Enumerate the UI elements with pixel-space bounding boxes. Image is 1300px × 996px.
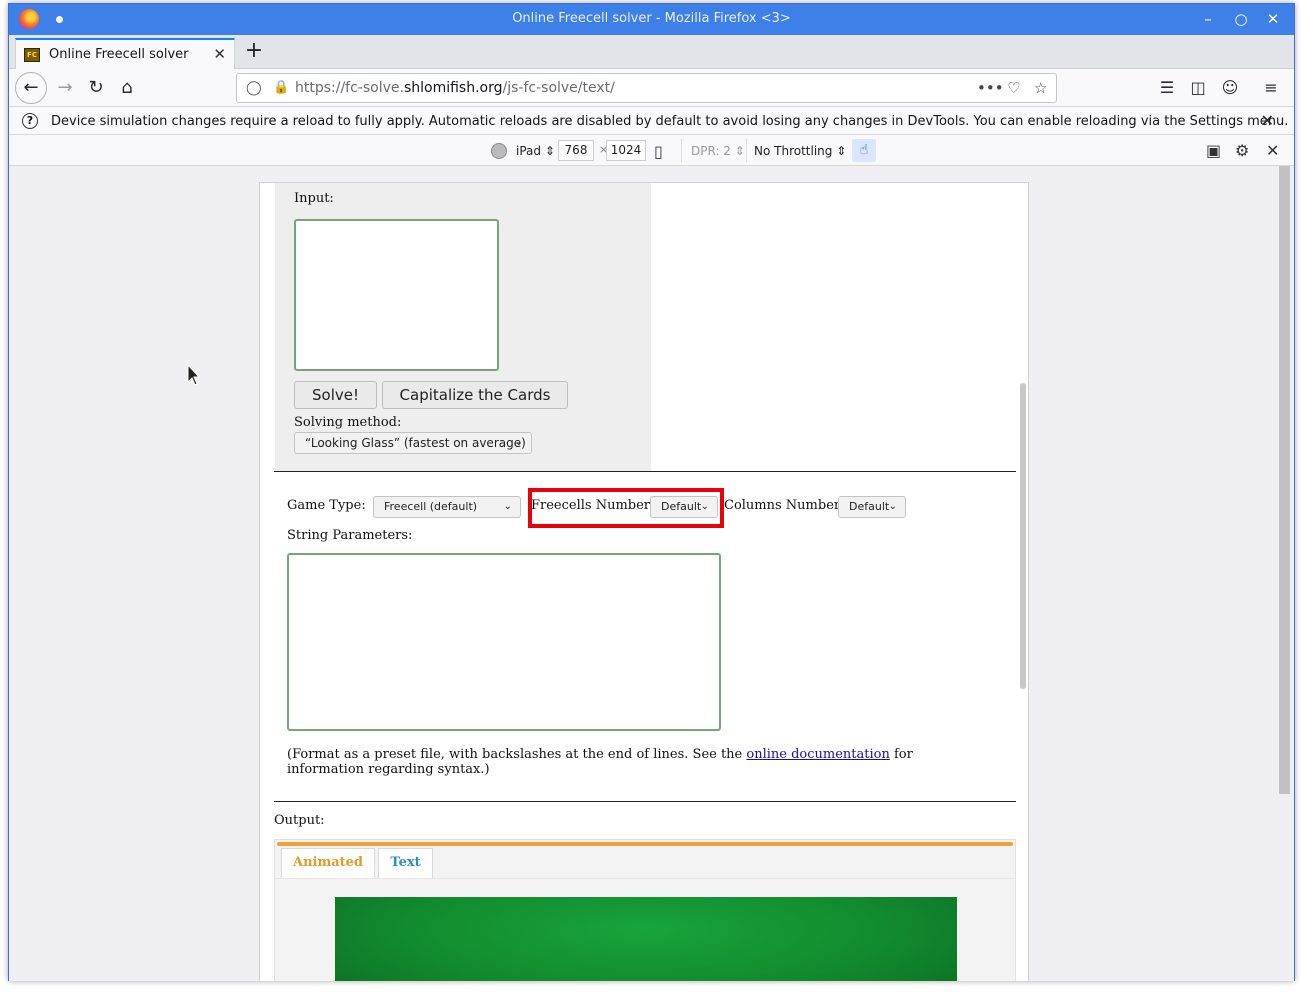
devtools-notification: ? Device simulation changes require a re… <box>9 107 1294 135</box>
throttling-value: No Throttling <box>754 144 833 158</box>
url-domain: shlomifish.org <box>403 80 503 96</box>
back-button[interactable]: ← <box>15 72 47 104</box>
tab-close-icon[interactable]: ✕ <box>213 45 226 63</box>
window-title: Online Freecell solver - Mozilla Firefox… <box>512 11 791 26</box>
sidebar-icon[interactable]: ◫ <box>1187 78 1209 97</box>
page-actions-icon[interactable]: ••• <box>977 79 1004 97</box>
format-help-text: (Format as a preset file, with backslash… <box>287 747 987 777</box>
bookmark-star-icon[interactable]: ☆ <box>1034 79 1047 97</box>
settings-gear-icon[interactable]: ⚙ <box>1235 141 1249 160</box>
highlight-box <box>528 488 724 528</box>
menu-icon[interactable]: ≡ <box>1260 78 1282 97</box>
library-icon[interactable]: ☰ <box>1156 78 1178 97</box>
url-text[interactable]: https://fc-solve.shlomifish.org/js-fc-so… <box>295 80 615 96</box>
responsive-design-toolbar: iPad ⇕ 768 × 1024 ▯ DPR: 2 ⇕ No Throttli… <box>9 135 1294 166</box>
content-scrollbar[interactable] <box>1277 166 1293 981</box>
input-label: Input: <box>294 191 334 206</box>
output-panel: Animated Text <box>274 839 1016 981</box>
dpr-select[interactable]: DPR: 2 ⇕ <box>691 144 745 158</box>
game-type-value: Freecell (default) <box>384 500 478 513</box>
help-text-before: (Format as a preset file, with backslash… <box>287 747 747 762</box>
device-icon <box>491 143 507 159</box>
chevron-down-icon: ⌄ <box>888 501 897 512</box>
columns-number-select[interactable]: Default ⌄ <box>838 496 906 518</box>
lock-icon[interactable]: 🔒 <box>273 80 289 95</box>
reload-button[interactable]: ↻ <box>82 74 110 102</box>
home-button[interactable]: ⌂ <box>113 74 141 102</box>
notification-message: Device simulation changes require a relo… <box>51 114 1289 129</box>
width-input[interactable]: 768 <box>558 140 594 161</box>
output-label: Output: <box>274 813 325 828</box>
height-input[interactable]: 1024 <box>606 140 646 161</box>
close-window-button[interactable]: ✕ <box>1262 9 1284 29</box>
chevron-down-icon: ⌄ <box>503 501 512 512</box>
tab-bar-line <box>275 878 1015 879</box>
tracking-shield-icon[interactable]: ◯ <box>246 80 262 96</box>
tab-text[interactable]: Text <box>378 848 433 878</box>
device-select[interactable]: iPad ⇕ <box>516 144 555 158</box>
game-type-label: Game Type: <box>287 498 366 513</box>
url-bar[interactable]: ◯ 🔒 https://fc-solve.shlomifish.org/js-f… <box>236 73 1057 103</box>
input-textarea[interactable] <box>294 219 499 371</box>
viewport-scrollbar[interactable] <box>1020 383 1026 689</box>
close-notification-icon[interactable]: ✕ <box>1261 111 1274 130</box>
forward-button[interactable]: → <box>51 74 79 102</box>
solving-method-value: “Looking Glass” (fastest on average) <box>305 436 526 450</box>
browser-window: Online Freecell solver - Mozilla Firefox… <box>8 3 1295 981</box>
screenshot-icon[interactable]: ▣ <box>1206 141 1221 160</box>
maximize-button[interactable]: ○ <box>1230 9 1252 29</box>
string-parameters-textarea[interactable] <box>287 553 721 731</box>
new-tab-button[interactable]: + <box>241 39 267 65</box>
account-icon[interactable]: ☺ <box>1219 78 1241 97</box>
rotate-device-icon[interactable]: ▯ <box>654 142 663 161</box>
content-area: Input: Solve! Capitalize the Cards Solvi… <box>9 166 1294 981</box>
string-parameters-label: String Parameters: <box>287 528 413 543</box>
device-viewport: Input: Solve! Capitalize the Cards Solvi… <box>259 182 1029 981</box>
navigation-bar: ← → ↻ ⌂ ◯ 🔒 https://fc-solve.shlomifish.… <box>9 69 1294 107</box>
columns-number-label: Columns Number: <box>724 498 845 513</box>
close-rdm-icon[interactable]: ✕ <box>1266 141 1279 160</box>
dpr-value: DPR: 2 <box>691 144 731 158</box>
game-board <box>335 897 957 981</box>
device-name: iPad <box>516 144 542 158</box>
solving-method-label: Solving method: <box>294 415 402 430</box>
online-documentation-link[interactable]: online documentation <box>746 747 889 762</box>
mouse-cursor-icon <box>187 364 201 386</box>
section-divider <box>274 801 1016 802</box>
output-accent-bar <box>277 842 1013 846</box>
touch-simulation-icon[interactable]: ☝ <box>852 139 876 162</box>
capitalize-cards-button[interactable]: Capitalize the Cards <box>382 381 568 409</box>
throttling-select[interactable]: No Throttling ⇕ <box>754 144 846 158</box>
tab-online-freecell-solver[interactable]: FC Online Freecell solver ✕ <box>15 38 235 69</box>
tab-animated[interactable]: Animated <box>281 848 375 878</box>
columns-value: Default <box>849 500 890 513</box>
minimize-button[interactable]: – <box>1197 9 1219 29</box>
url-prefix: https://fc-solve. <box>295 80 404 96</box>
section-divider <box>274 471 1016 472</box>
scrollbar-thumb[interactable] <box>1279 166 1290 794</box>
game-type-select[interactable]: Freecell (default) ⌄ <box>373 496 521 518</box>
solving-method-select[interactable]: “Looking Glass” (fastest on average) ⌄ <box>294 432 532 454</box>
url-path: /js-fc-solve/text/ <box>502 80 615 96</box>
toolbar-divider <box>681 139 682 162</box>
help-icon: ? <box>22 113 38 129</box>
pocket-icon[interactable]: ♡ <box>1007 79 1020 97</box>
tab-title: Online Freecell solver <box>49 47 189 62</box>
toolbar-divider <box>746 139 747 162</box>
chevron-down-icon: ⌄ <box>514 437 523 448</box>
solve-button[interactable]: Solve! <box>294 381 377 409</box>
tab-strip: FC Online Freecell solver ✕ + <box>9 35 1294 69</box>
site-favicon-icon: FC <box>24 48 40 62</box>
title-bar: Online Freecell solver - Mozilla Firefox… <box>9 4 1294 35</box>
